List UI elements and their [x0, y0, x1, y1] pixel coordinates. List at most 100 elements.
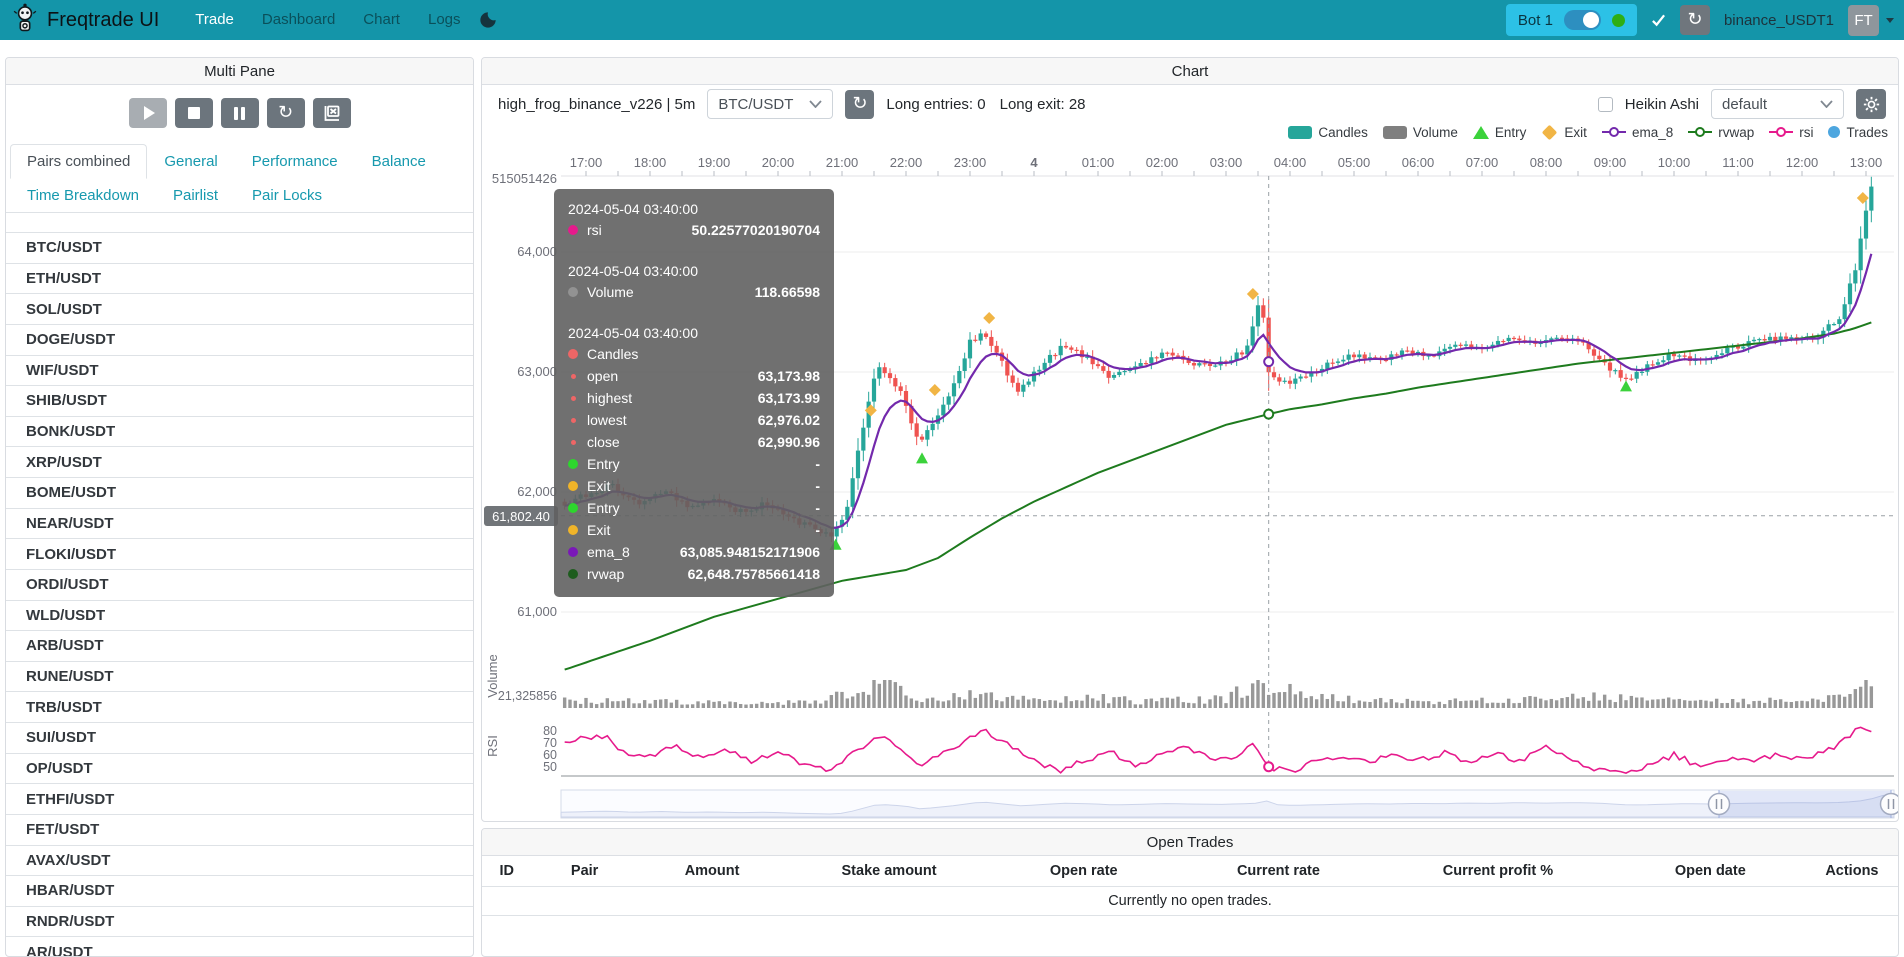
tooltip-row: open63,173.98 — [568, 365, 820, 387]
pair-row[interactable]: SHIB/USDT — [6, 386, 473, 417]
svg-text:17:00: 17:00 — [570, 155, 603, 170]
pair-row[interactable]: BONK/USDT — [6, 417, 473, 448]
pair-row[interactable]: HBAR/USDT — [6, 876, 473, 907]
svg-text:RSI: RSI — [485, 735, 500, 757]
legend-item-exit[interactable]: Exit — [1541, 125, 1587, 140]
legend-item-rvwap[interactable]: rvwap — [1688, 125, 1754, 140]
user-menu[interactable]: FT — [1848, 5, 1894, 36]
nav-item-dashboard[interactable]: Dashboard — [248, 0, 349, 40]
datazoom-slider[interactable] — [561, 790, 1899, 818]
legend-item-ema_8[interactable]: ema_8 — [1602, 125, 1673, 140]
chart-panel: Chart high_frog_binance_v226 | 5m BTC/US… — [481, 57, 1899, 822]
reload-config-button[interactable]: ↻ — [267, 98, 305, 128]
pair-row[interactable]: ETH/USDT — [6, 264, 473, 295]
stop-icon — [188, 107, 200, 119]
heikin-ashi-checkbox[interactable] — [1598, 97, 1613, 112]
tooltip-row: Entry- — [568, 497, 820, 519]
volume-bars — [563, 680, 1873, 708]
pause-bot-button[interactable] — [221, 98, 259, 128]
trades-swatch-icon — [1828, 126, 1840, 138]
refresh-chart-button[interactable]: ↻ — [845, 90, 874, 119]
open-trades-header-row: IDPairAmountStake amountOpen rateCurrent… — [482, 856, 1898, 887]
legend-item-candles[interactable]: Candles — [1288, 125, 1368, 140]
pair-row[interactable]: RNDR/USDT — [6, 907, 473, 938]
legend-item-volume[interactable]: Volume — [1383, 125, 1458, 140]
pair-select[interactable]: BTC/USDT — [707, 89, 833, 119]
pair-row[interactable]: AR/USDT — [6, 937, 473, 957]
tooltip-row: highest63,173.99 — [568, 387, 820, 409]
legend-item-entry[interactable]: Entry — [1473, 125, 1527, 140]
pair-row[interactable]: DOGE/USDT — [6, 325, 473, 356]
nav-item-logs[interactable]: Logs — [414, 0, 475, 40]
bot-selector[interactable]: Bot 1 — [1506, 4, 1637, 36]
legend-item-trades[interactable]: Trades — [1828, 125, 1888, 140]
svg-text:10:00: 10:00 — [1658, 155, 1691, 170]
pair-row[interactable]: FET/USDT — [6, 815, 473, 846]
pair-row[interactable]: XRP/USDT — [6, 447, 473, 478]
time-axis: 17:0018:0019:0020:0021:0022:0023:00401:0… — [570, 155, 1883, 176]
svg-text:Volume: Volume — [485, 654, 500, 697]
pair-row[interactable]: OP/USDT — [6, 754, 473, 785]
svg-text:06:00: 06:00 — [1402, 155, 1435, 170]
tab-time-breakdown[interactable]: Time Breakdown — [10, 178, 156, 213]
pair-row[interactable]: NEAR/USDT — [6, 509, 473, 540]
reload-bot-button[interactable]: ↻ — [1680, 5, 1710, 35]
chart-delete-icon — [323, 105, 340, 122]
pair-row[interactable]: SOL/USDT — [6, 294, 473, 325]
pair-row[interactable]: TRB/USDT — [6, 692, 473, 723]
pair-row[interactable]: WIF/USDT — [6, 356, 473, 387]
column-header-actions: Actions — [1806, 863, 1898, 879]
tooltip-row: Volume118.66598 — [568, 281, 820, 303]
pair-row[interactable]: BOME/USDT — [6, 478, 473, 509]
start-bot-button[interactable] — [129, 98, 167, 128]
tooltip-row: rsi50.22577020190704 — [568, 219, 820, 241]
datazoom-handle[interactable] — [1881, 794, 1900, 815]
tab-balance[interactable]: Balance — [355, 144, 443, 179]
svg-text:03:00: 03:00 — [1210, 155, 1243, 170]
pair-row[interactable]: FLOKI/USDT — [6, 539, 473, 570]
legend-item-rsi[interactable]: rsi — [1769, 125, 1813, 140]
navbar-right: Bot 1 ↻ binance_USDT1 FT — [1506, 4, 1894, 36]
stop-bot-button[interactable] — [175, 98, 213, 128]
plot-settings-button[interactable] — [1856, 89, 1886, 119]
tooltip-row: Entry- — [568, 453, 820, 475]
tab-pair-locks[interactable]: Pair Locks — [235, 178, 339, 213]
pair-row[interactable]: BTC/USDT — [6, 233, 473, 264]
pair-row[interactable]: ORDI/USDT — [6, 570, 473, 601]
pause-icon — [234, 107, 245, 120]
bot-running-toggle[interactable] — [1564, 10, 1601, 30]
gear-icon — [1863, 96, 1880, 113]
pair-row[interactable]: RUNE/USDT — [6, 662, 473, 693]
chart-tooltip: 2024-05-04 03:40:00rsi50.225770201907042… — [554, 189, 834, 597]
pair-row[interactable]: WLD/USDT — [6, 601, 473, 632]
datazoom-handle[interactable] — [1709, 794, 1730, 815]
signals-summary: Long entries: 0 Long exit: 28 — [886, 96, 1085, 113]
avatar[interactable]: FT — [1848, 5, 1879, 36]
svg-text:4: 4 — [1030, 155, 1038, 170]
freqtrade-robot-logo — [12, 3, 38, 37]
pair-row[interactable]: AVAX/USDT — [6, 846, 473, 877]
plot-config-select[interactable]: default — [1711, 89, 1844, 119]
column-header-id: ID — [482, 863, 532, 879]
tab-performance[interactable]: Performance — [235, 144, 355, 179]
svg-text:04:00: 04:00 — [1274, 155, 1307, 170]
tab-general[interactable]: General — [147, 144, 234, 179]
svg-text:19:00: 19:00 — [698, 155, 731, 170]
svg-text:07:00: 07:00 — [1466, 155, 1499, 170]
tab-pairs-combined[interactable]: Pairs combined — [10, 144, 147, 179]
play-icon — [144, 106, 155, 120]
pair-row[interactable]: ETHFI/USDT — [6, 784, 473, 815]
tab-pairlist[interactable]: Pairlist — [156, 178, 235, 213]
multi-pane-tabs: Pairs combinedGeneralPerformanceBalance T… — [6, 144, 473, 213]
tooltip-section: 2024-05-04 03:40:00Candlesopen63,173.98h… — [568, 325, 820, 585]
pair-row[interactable]: ARB/USDT — [6, 631, 473, 662]
pair-row[interactable]: SUI/USDT — [6, 723, 473, 754]
forget-chart-button[interactable] — [313, 98, 351, 128]
tooltip-row: rvwap62,648.75785661418 — [568, 563, 820, 585]
long-exit-count: Long exit: 28 — [1000, 96, 1086, 113]
svg-text:22:00: 22:00 — [890, 155, 923, 170]
nav-item-trade[interactable]: Trade — [181, 0, 248, 40]
theme-toggle-moon-icon[interactable] — [479, 11, 497, 29]
nav-item-chart[interactable]: Chart — [349, 0, 414, 40]
chevron-down-icon — [1886, 18, 1894, 23]
